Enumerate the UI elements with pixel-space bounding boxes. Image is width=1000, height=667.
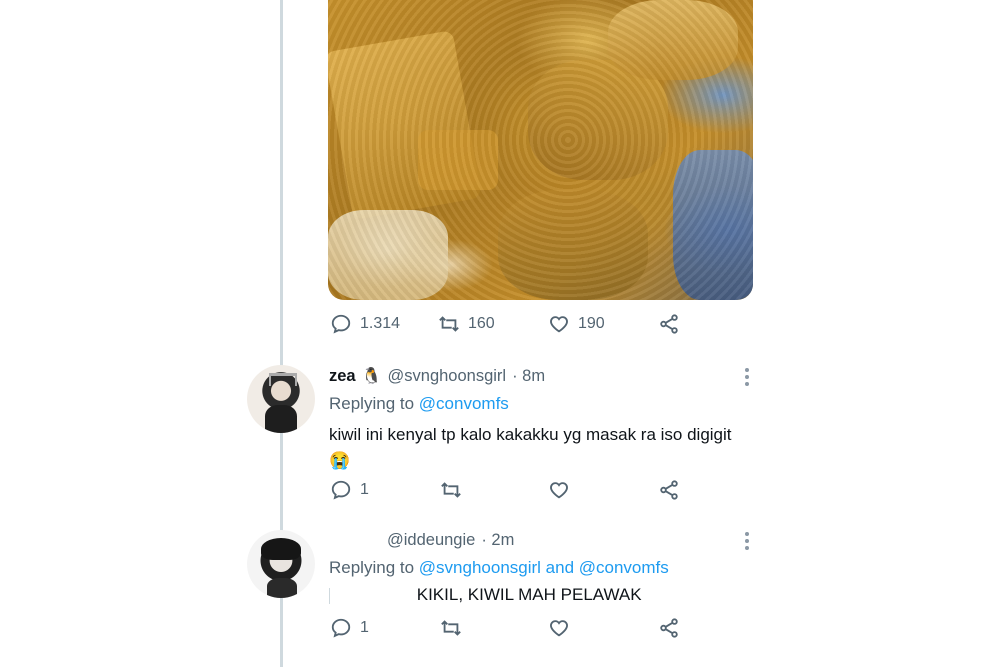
retweet-button[interactable]: 160 xyxy=(438,313,495,335)
reply-tweet-1[interactable]: zea 🐧 @svnghoonsgirl · 8m Replying to @c… xyxy=(247,364,757,504)
tweet-text: kiwil ini kenyal tp kalo kakakku yg masa… xyxy=(329,422,749,474)
reply-count: 1 xyxy=(360,481,369,498)
retweet-count: 160 xyxy=(468,315,495,332)
more-icon[interactable] xyxy=(745,532,749,550)
reply-count: 1.314 xyxy=(360,315,401,332)
replying-to-line: Replying to @svnghoonsgirl and @convomfs xyxy=(329,558,749,578)
share-icon xyxy=(660,618,678,638)
redacted-area xyxy=(329,587,400,604)
reply-button[interactable]: 1 xyxy=(330,479,369,501)
retweet-icon xyxy=(441,620,461,636)
crying-emoji: 😭 xyxy=(329,451,351,470)
reply-button[interactable]: 1.314 xyxy=(330,313,400,335)
replying-to-line: Replying to @convomfs xyxy=(329,394,749,414)
tweet-text-content: KIKIL, KIWIL MAH PELAWAK xyxy=(416,585,642,604)
retweet-button[interactable] xyxy=(440,479,462,501)
display-name[interactable]: zea xyxy=(329,367,356,386)
timestamp[interactable]: · 2m xyxy=(481,531,514,550)
reply-tweet-2[interactable]: @iddeungie · 2m Replying to @svnghoonsgi… xyxy=(247,528,757,608)
retweet-icon xyxy=(439,316,459,332)
avatar[interactable] xyxy=(247,365,315,433)
like-button[interactable] xyxy=(548,479,570,501)
reply-icon xyxy=(331,314,351,334)
reply-button[interactable]: 1 xyxy=(330,617,369,639)
heart-icon xyxy=(550,482,568,499)
like-button[interactable]: 190 xyxy=(548,313,605,335)
like-button[interactable] xyxy=(548,617,570,639)
tweet-photo[interactable] xyxy=(328,0,753,300)
tweet-text-content: kiwil ini kenyal tp kalo kakakku yg masa… xyxy=(329,425,732,444)
share-button[interactable] xyxy=(658,617,680,639)
share-button[interactable] xyxy=(658,313,680,335)
timestamp[interactable]: · 8m xyxy=(512,367,545,386)
replying-label: Replying to xyxy=(329,394,415,413)
handle[interactable]: @svnghoonsgirl xyxy=(388,367,507,386)
tweet-text: KIKIL, KIWIL MAH PELAWAK xyxy=(329,582,749,608)
share-icon xyxy=(660,480,678,500)
name-emoji: 🐧 xyxy=(361,368,382,385)
heart-icon xyxy=(550,620,568,637)
mention-link[interactable]: @convomfs xyxy=(419,394,509,413)
reply-count: 1 xyxy=(360,619,369,636)
avatar[interactable] xyxy=(247,530,315,598)
heart-icon xyxy=(550,316,568,333)
mention-link[interactable]: @svnghoonsgirl and @convomfs xyxy=(419,558,669,577)
more-icon[interactable] xyxy=(745,368,749,386)
share-button[interactable] xyxy=(658,479,680,501)
like-count: 190 xyxy=(578,315,605,332)
retweet-icon xyxy=(441,482,461,498)
reply-icon xyxy=(331,618,351,638)
retweet-button[interactable] xyxy=(440,617,462,639)
reply-icon xyxy=(331,480,351,500)
replying-label: Replying to xyxy=(329,558,415,577)
share-icon xyxy=(660,314,678,334)
handle[interactable]: @iddeungie xyxy=(387,531,475,550)
